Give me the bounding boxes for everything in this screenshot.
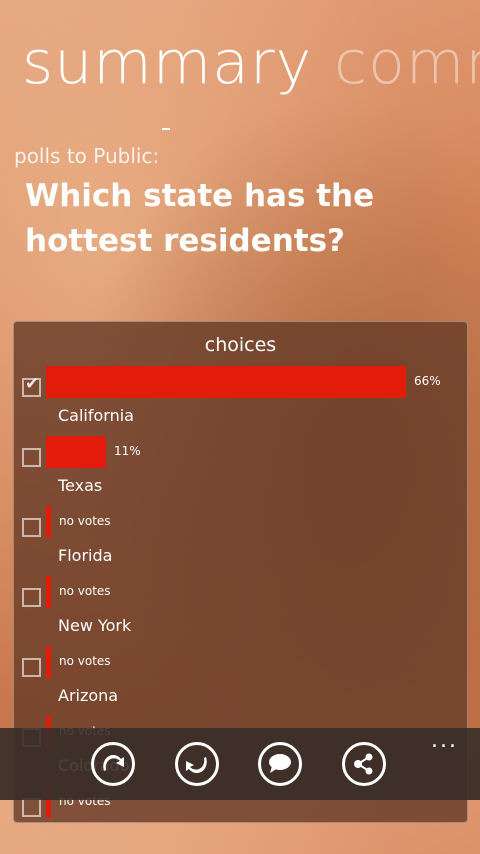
choice-checkbox[interactable]	[22, 448, 41, 467]
poll-question: Which state has the hottest residents?	[25, 178, 375, 259]
vote-bar	[46, 366, 406, 398]
vote-bar	[46, 506, 51, 538]
vote-result-label: no votes	[59, 584, 111, 598]
choice-checkbox[interactable]	[22, 518, 41, 537]
choice-name: Arizona	[58, 686, 119, 705]
vote-result-label: 66%	[414, 374, 441, 388]
vote-bar	[46, 436, 106, 468]
thumbs-up-icon[interactable]	[91, 742, 135, 786]
comment-icon[interactable]	[258, 742, 302, 786]
choice-name: Florida	[58, 546, 113, 565]
choices-title: choices	[204, 334, 277, 356]
share-icon[interactable]	[342, 742, 386, 786]
vote-result-label: no votes	[59, 514, 111, 528]
vote-bar	[46, 646, 51, 678]
choice-name: New York	[58, 616, 132, 635]
pivot-item-summary[interactable]: summary	[22, 28, 312, 98]
choice-row[interactable]: ✔ 66% California	[14, 364, 467, 434]
choice-checkbox[interactable]	[22, 798, 41, 817]
vote-result-label: no votes	[59, 654, 111, 668]
separator-dash	[162, 128, 170, 130]
checkmark-icon: ✔	[25, 374, 40, 394]
vote-result-label: 11%	[114, 444, 141, 458]
choice-row[interactable]: no votes Arizona	[14, 644, 467, 714]
choice-row[interactable]: no votes New York	[14, 574, 467, 644]
choice-name: Texas	[58, 476, 103, 495]
pivot-header: summary comments	[22, 28, 480, 98]
choice-row[interactable]: 11% Texas	[14, 434, 467, 504]
choice-checkbox[interactable]: ✔	[22, 374, 41, 397]
choice-row[interactable]: no votes Florida	[14, 504, 467, 574]
more-options-icon[interactable]: ...	[431, 730, 458, 752]
choice-checkbox[interactable]	[22, 588, 41, 607]
pivot-item-comments[interactable]: comments	[334, 28, 480, 98]
vote-bar	[46, 576, 51, 608]
app-bar: ...	[0, 728, 480, 800]
thumbs-down-icon[interactable]	[175, 742, 219, 786]
poll-audience-label: polls to Public:	[14, 144, 160, 168]
choice-name: California	[58, 406, 134, 425]
choice-checkbox[interactable]	[22, 658, 41, 677]
